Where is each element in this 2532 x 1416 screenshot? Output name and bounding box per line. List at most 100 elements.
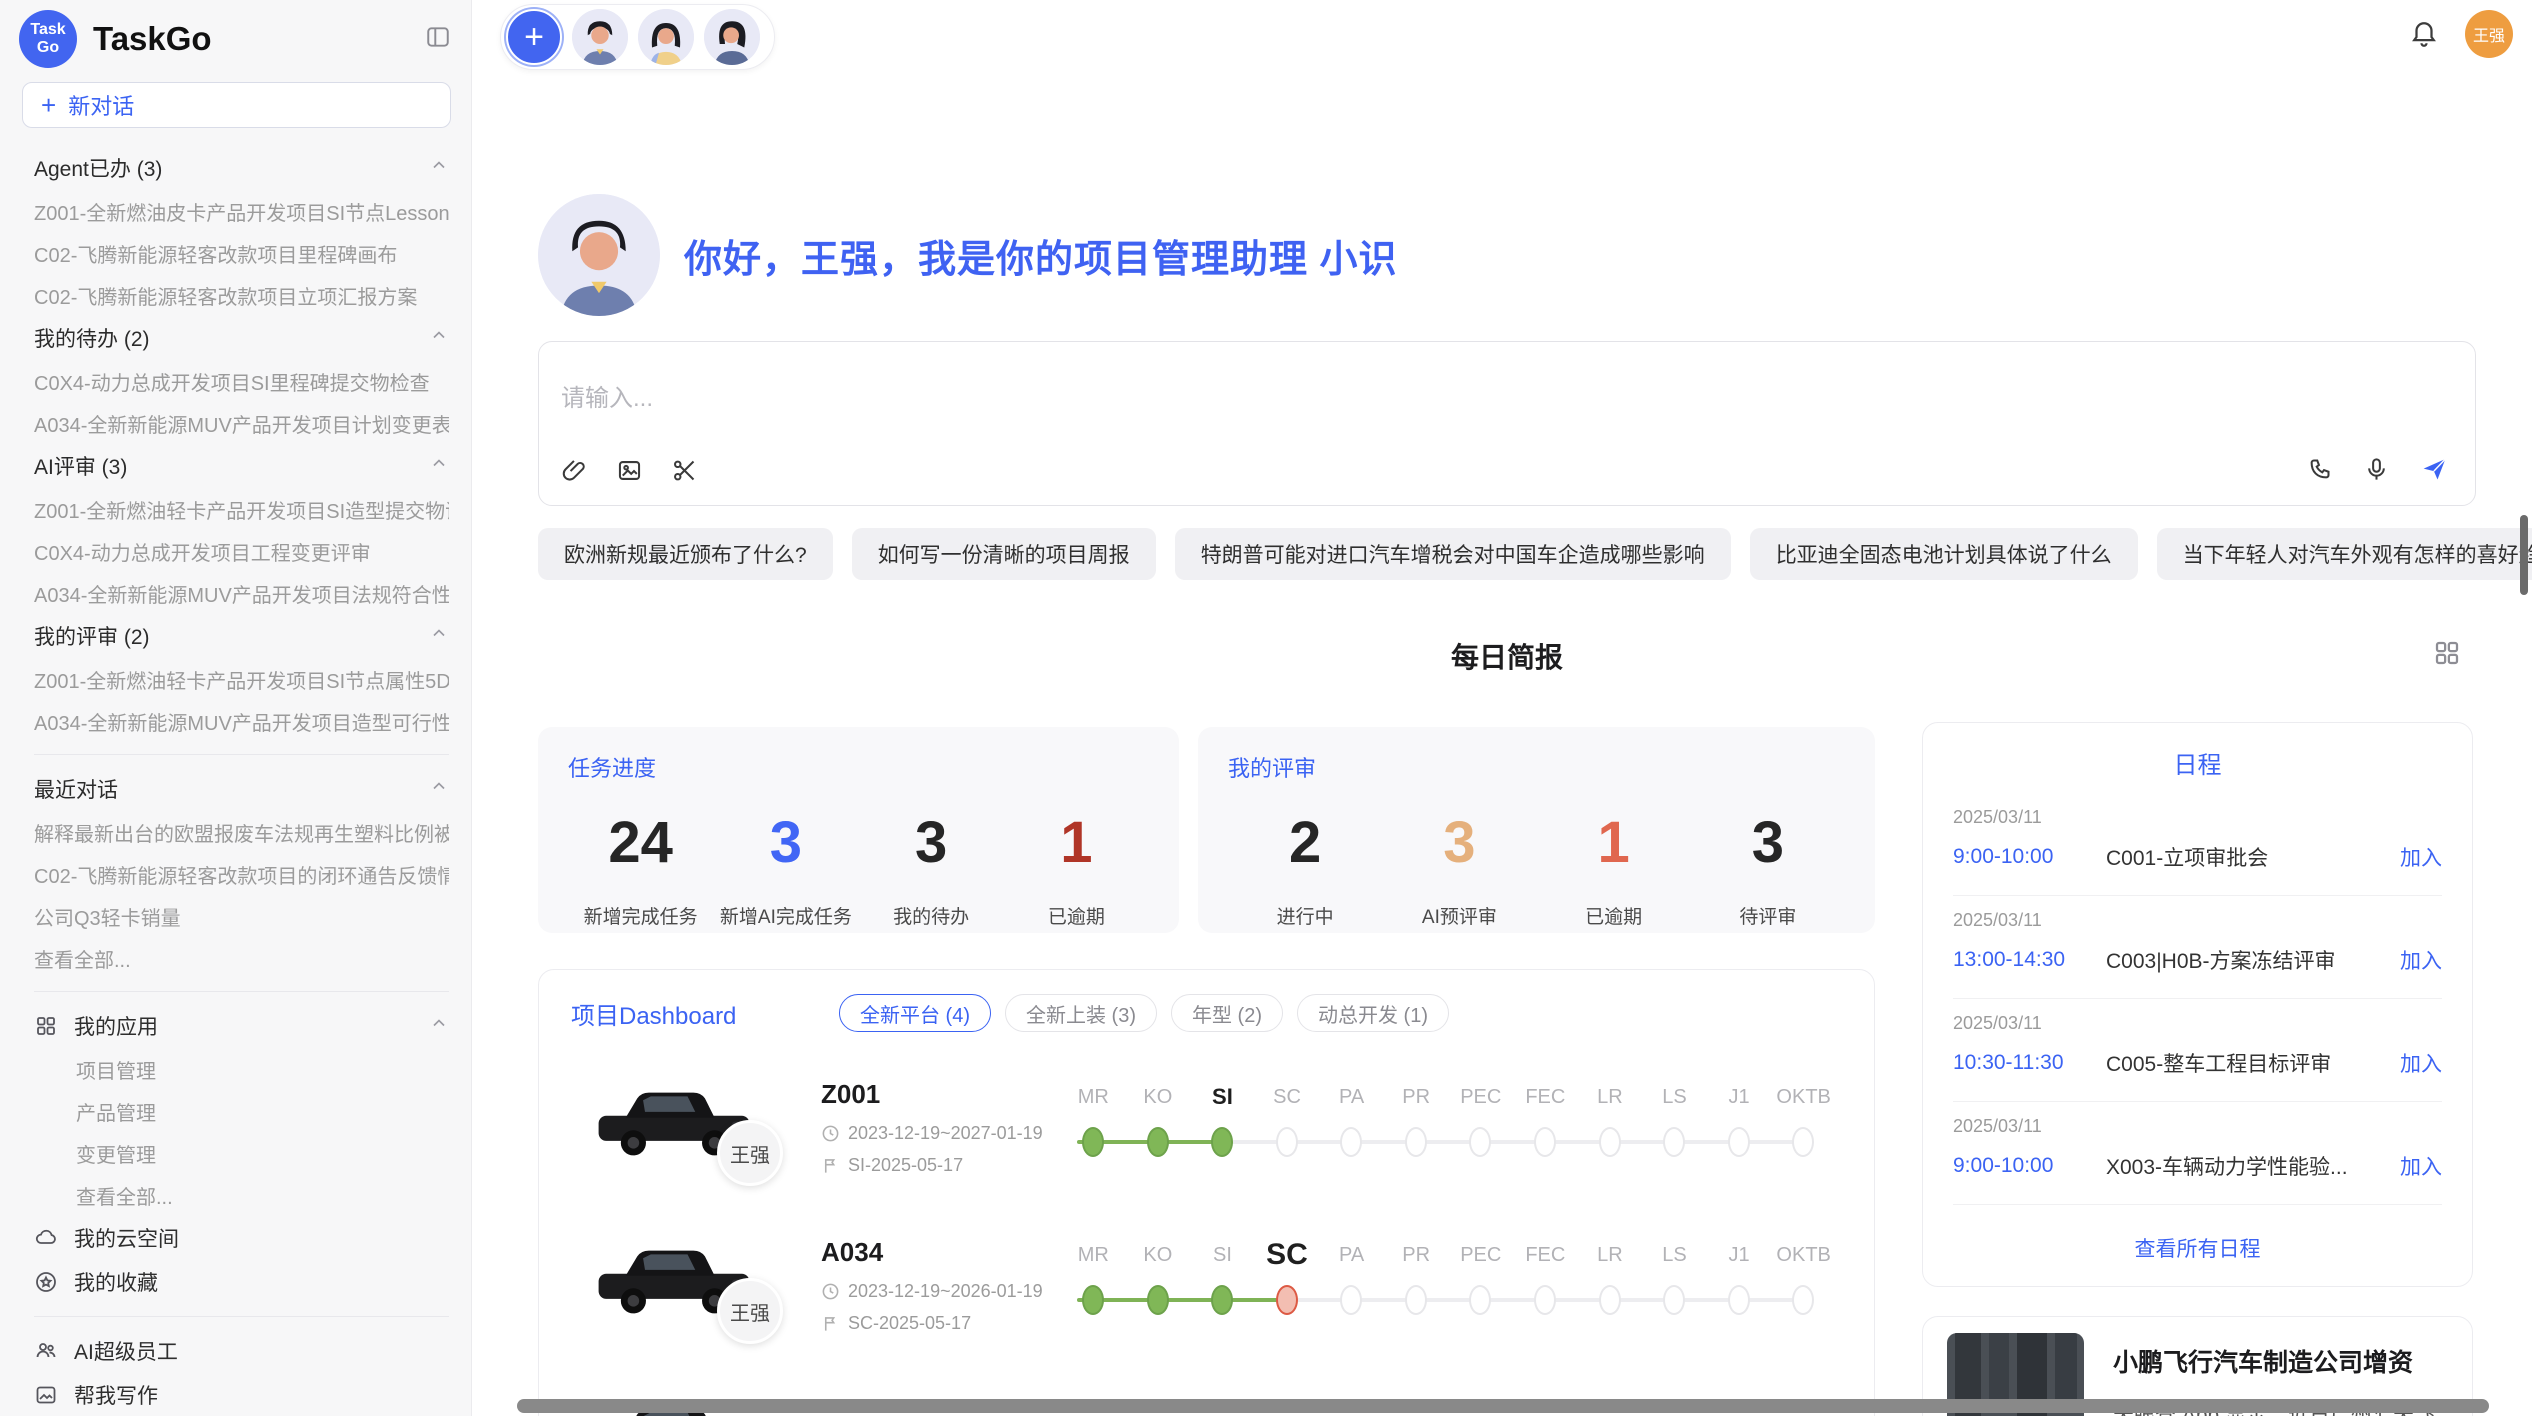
agent-avatar-2[interactable] <box>638 9 694 65</box>
list-item[interactable]: Z001-全新燃油轻卡产品开发项目SI节点属性5D文件评审 <box>34 658 449 700</box>
stat-cell: 1 已逾期 <box>1537 809 1691 929</box>
chevron-up-icon[interactable] <box>429 623 449 649</box>
sidebar-item-ai-super-staff[interactable]: AI超级员工 <box>34 1329 449 1373</box>
chat-input-card[interactable]: 请输入... <box>538 341 2476 506</box>
add-agent-button[interactable]: + <box>506 9 562 65</box>
microphone-icon[interactable] <box>2363 456 2390 488</box>
sidebar-item-project-mgmt[interactable]: 项目管理 <box>34 1048 449 1090</box>
section-agent-done[interactable]: Agent已办 (3) <box>34 146 449 190</box>
list-item[interactable]: C02-飞腾新能源轻客改款项目的闭环通告反馈情况 <box>34 853 449 895</box>
attachment-icon[interactable] <box>561 457 588 489</box>
phone-call-icon[interactable] <box>2306 456 2333 488</box>
suggestion-chip[interactable]: 如何写一份清晰的项目周报 <box>852 528 1156 580</box>
section-ai-review[interactable]: AI评审 (3) <box>34 444 449 488</box>
list-item[interactable]: 解释最新出台的欧盟报废车法规再生塑料比例被调至15%... <box>34 811 449 853</box>
milestone-dot <box>1276 1127 1298 1157</box>
list-item[interactable]: A034-全新新能源MUV产品开发项目计划变更表编写 <box>34 402 449 444</box>
suggestion-chip[interactable]: 当下年轻人对汽车外观有怎样的喜好趋势 <box>2157 528 2532 580</box>
chevron-up-icon[interactable] <box>429 453 449 479</box>
flag-icon <box>821 1156 840 1175</box>
suggestion-chip[interactable]: 特朗普可能对进口汽车增税会对中国车企造成哪些影响 <box>1175 528 1731 580</box>
user-avatar[interactable]: 王强 <box>2465 10 2513 58</box>
section-my-todo[interactable]: 我的待办 (2) <box>34 316 449 360</box>
list-item[interactable]: C0X4-动力总成开发项目工程变更评审 <box>34 530 449 572</box>
join-button[interactable]: 加入 <box>2400 945 2442 975</box>
chevron-up-icon[interactable] <box>429 325 449 351</box>
section-title: 我的评审 (2) <box>34 621 150 651</box>
join-button[interactable]: 加入 <box>2400 842 2442 872</box>
sidebar-item-cloud-space[interactable]: 我的云空间 <box>34 1216 449 1260</box>
layout-grid-icon[interactable] <box>2432 638 2462 673</box>
notification-bell-icon[interactable] <box>2409 17 2439 52</box>
divider <box>34 1316 449 1317</box>
sidebar-item-help-write[interactable]: 帮我写作 <box>34 1373 449 1416</box>
view-all-chats[interactable]: 查看全部... <box>34 937 449 979</box>
join-button[interactable]: 加入 <box>2400 1151 2442 1181</box>
section-title: Agent已办 (3) <box>34 153 162 183</box>
event-name: C005-整车工程目标评审 <box>2106 1048 2400 1078</box>
list-item[interactable]: A034-全新新能源MUV产品开发项目法规符合性评审 <box>34 572 449 614</box>
stat-cell: 2 进行中 <box>1228 809 1382 929</box>
plus-icon: + <box>41 92 56 118</box>
list-item[interactable]: Z001-全新燃油皮卡产品开发项目SI节点Lesson Learn报告 <box>34 190 449 232</box>
view-all-schedule-link[interactable]: 查看所有日程 <box>1923 1205 2472 1291</box>
milestone-label: OKTB <box>1771 1086 1836 1109</box>
scissors-icon[interactable] <box>671 457 698 489</box>
section-title: AI评审 (3) <box>34 451 127 481</box>
milestone-label: J1 <box>1707 1244 1772 1267</box>
project-flag-date: SC-2025-05-17 <box>821 1313 971 1334</box>
stat-cell: 24 新增完成任务 <box>568 809 713 929</box>
milestone-dot-done <box>1082 1127 1104 1157</box>
topbar-right: 王强 <box>2409 10 2513 58</box>
project-dashboard-card: 项目Dashboard 全新平台 (4) 全新上装 (3) 年型 (2) 动总开… <box>538 969 1875 1416</box>
stat-cell: 3 待评审 <box>1691 809 1845 929</box>
greeting-text: 你好，王强，我是你的项目管理助理 小识 <box>684 228 1398 283</box>
list-item[interactable]: 公司Q3轻卡销量 <box>34 895 449 937</box>
chevron-up-icon[interactable] <box>429 776 449 802</box>
milestone-dot-current <box>1276 1285 1298 1315</box>
agent-avatar-3[interactable] <box>704 9 760 65</box>
tab-powertrain[interactable]: 动总开发 (1) <box>1297 994 1449 1032</box>
stat-label: 待评审 <box>1691 902 1845 929</box>
list-item[interactable]: C0X4-动力总成开发项目SI里程碑提交物检查 <box>34 360 449 402</box>
tab-new-body[interactable]: 全新上装 (3) <box>1005 994 1157 1032</box>
section-title: 我的待办 (2) <box>34 323 150 353</box>
chevron-up-icon[interactable] <box>429 1013 449 1039</box>
list-item[interactable]: C02-飞腾新能源轻客改款项目里程碑画布 <box>34 232 449 274</box>
sidebar-item-product-mgmt[interactable]: 产品管理 <box>34 1090 449 1132</box>
tab-year-model[interactable]: 年型 (2) <box>1171 994 1283 1032</box>
list-item[interactable]: C02-飞腾新能源轻客改款项目立项汇报方案 <box>34 274 449 316</box>
sidebar: Task Go TaskGo + 新对话 Agent已办 (3) Z001-全新… <box>0 0 472 1416</box>
agent-avatar-1[interactable] <box>572 9 628 65</box>
image-upload-icon[interactable] <box>616 457 643 489</box>
list-item[interactable]: A034-全新新能源MUV产品开发项目造型可行性评审 <box>34 700 449 742</box>
milestone-dot <box>1405 1285 1427 1315</box>
sidebar-item-favorites[interactable]: 我的收藏 <box>34 1260 449 1304</box>
daily-brief-title: 每日简报 <box>538 636 2476 676</box>
section-my-review[interactable]: 我的评审 (2) <box>34 614 449 658</box>
send-icon[interactable] <box>2420 455 2449 489</box>
favorites-label: 我的收藏 <box>74 1267 158 1297</box>
suggestion-chip[interactable]: 欧洲新规最近颁布了什么? <box>538 528 833 580</box>
chevron-up-icon[interactable] <box>429 155 449 181</box>
sidebar-item-change-mgmt[interactable]: 变更管理 <box>34 1132 449 1174</box>
project-dates: 2023-12-19~2027-01-19 <box>821 1123 1043 1144</box>
list-item[interactable]: Z001-全新燃油轻卡产品开发项目SI造型提交物评审 <box>34 488 449 530</box>
people-icon <box>34 1339 58 1363</box>
daily-brief-header: 每日简报 <box>538 636 2476 682</box>
view-all-apps[interactable]: 查看全部... <box>34 1174 449 1216</box>
new-chat-button[interactable]: + 新对话 <box>22 82 451 128</box>
horizontal-scrollbar-thumb[interactable] <box>517 1399 2489 1413</box>
sidebar-item-my-apps[interactable]: 我的应用 <box>34 1004 449 1048</box>
collapse-sidebar-icon[interactable] <box>425 24 451 55</box>
event-date: 2025/03/11 <box>1953 1116 2442 1137</box>
chat-input-placeholder[interactable]: 请输入... <box>561 378 653 413</box>
tab-new-platform[interactable]: 全新平台 (4) <box>839 994 991 1032</box>
section-recent-chats[interactable]: 最近对话 <box>34 767 449 811</box>
suggestion-chip[interactable]: 比亚迪全固态电池计划具体说了什么 <box>1750 528 2138 580</box>
stat-label: 已逾期 <box>1004 902 1149 929</box>
vertical-scrollbar-thumb[interactable] <box>2520 515 2528 595</box>
milestone-labels: MR KO SI SC PA PR PEC FEC LR LS J1 OKTB <box>1061 1061 1836 1119</box>
new-chat-label: 新对话 <box>68 89 134 121</box>
join-button[interactable]: 加入 <box>2400 1048 2442 1078</box>
